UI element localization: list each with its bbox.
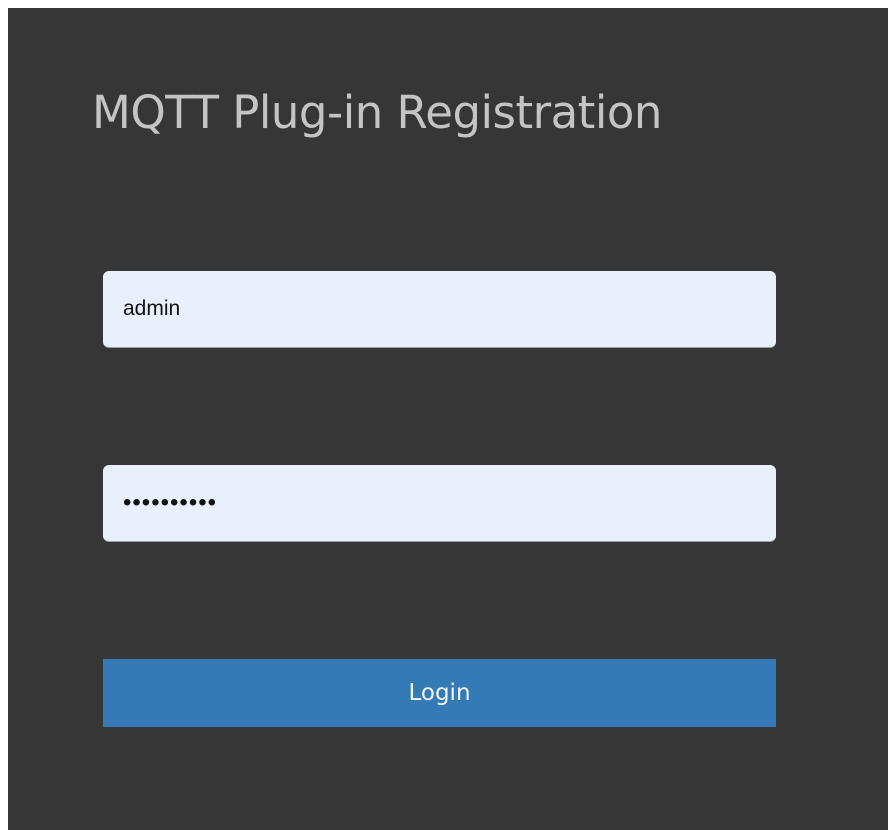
password-input[interactable] (103, 465, 776, 542)
page-title: MQTT Plug-in Registration (92, 86, 662, 139)
login-button[interactable]: Login (103, 659, 776, 727)
login-panel: MQTT Plug-in Registration Login (8, 8, 888, 830)
username-input[interactable] (103, 271, 776, 348)
